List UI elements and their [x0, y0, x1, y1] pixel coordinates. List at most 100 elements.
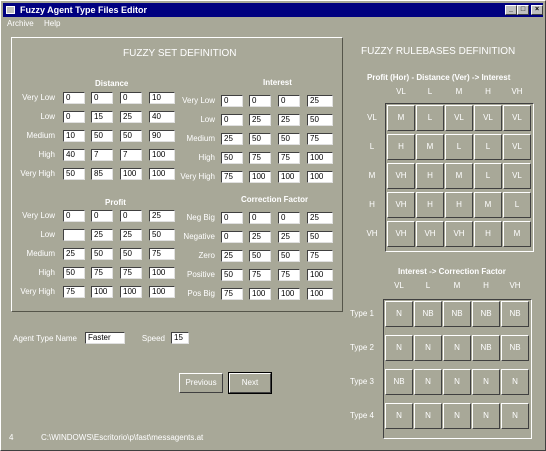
profit-value-input[interactable]: 50	[63, 267, 85, 279]
profit-value-input[interactable]: 25	[63, 248, 85, 260]
menu-archive[interactable]: Archive	[7, 18, 34, 30]
matrix2-cell[interactable]: N	[501, 369, 529, 395]
matrix2-cell[interactable]: N	[385, 301, 413, 327]
interest-value-input[interactable]: 100	[307, 152, 333, 164]
distance-value-input[interactable]: 50	[120, 130, 142, 142]
matrix2-cell[interactable]: NB	[472, 301, 500, 327]
correction-value-input[interactable]: 0	[221, 231, 243, 243]
matrix2-cell[interactable]: NB	[385, 369, 413, 395]
profit-value-input[interactable]: 75	[63, 286, 85, 298]
matrix2-cell[interactable]: N	[414, 403, 442, 429]
matrix2-cell[interactable]: N	[472, 369, 500, 395]
agent-type-name-input[interactable]: Faster	[85, 332, 125, 344]
profit-value-input[interactable]: 25	[120, 229, 142, 241]
correction-value-input[interactable]: 50	[307, 231, 333, 243]
profit-value-input[interactable]: 100	[149, 267, 175, 279]
distance-value-input[interactable]: 0	[63, 92, 85, 104]
next-button[interactable]: Next	[228, 372, 272, 394]
distance-value-input[interactable]: 50	[91, 130, 113, 142]
distance-value-input[interactable]: 100	[149, 168, 175, 180]
distance-value-input[interactable]: 10	[63, 130, 85, 142]
correction-value-input[interactable]: 100	[249, 288, 271, 300]
matrix1-cell[interactable]: M	[416, 134, 444, 160]
interest-value-input[interactable]: 100	[278, 171, 300, 183]
speed-input[interactable]: 15	[171, 332, 189, 344]
matrix1-cell[interactable]: VL	[445, 105, 473, 131]
correction-value-input[interactable]: 100	[307, 288, 333, 300]
interest-value-input[interactable]: 0	[249, 95, 271, 107]
correction-value-input[interactable]: 0	[221, 212, 243, 224]
matrix2-cell[interactable]: NB	[472, 335, 500, 361]
matrix1-cell[interactable]: L	[474, 163, 502, 189]
distance-value-input[interactable]: 40	[63, 149, 85, 161]
matrix2-cell[interactable]: N	[443, 335, 471, 361]
matrix2-cell[interactable]: N	[443, 403, 471, 429]
distance-value-input[interactable]: 85	[91, 168, 113, 180]
matrix1-cell[interactable]: L	[416, 105, 444, 131]
interest-value-input[interactable]: 75	[221, 171, 243, 183]
distance-value-input[interactable]: 0	[91, 92, 113, 104]
matrix2-cell[interactable]: NB	[501, 301, 529, 327]
matrix2-cell[interactable]: NB	[443, 301, 471, 327]
correction-value-input[interactable]: 50	[249, 250, 271, 262]
profit-value-input[interactable]: 100	[149, 286, 175, 298]
matrix1-cell[interactable]: VH	[387, 192, 415, 218]
profit-value-input[interactable]: 25	[149, 210, 175, 222]
profit-value-input[interactable]: 75	[91, 267, 113, 279]
distance-value-input[interactable]: 25	[120, 111, 142, 123]
interest-value-input[interactable]: 25	[278, 114, 300, 126]
close-button[interactable]: ×	[531, 5, 543, 15]
correction-value-input[interactable]: 50	[278, 250, 300, 262]
interest-value-input[interactable]: 25	[221, 133, 243, 145]
matrix1-cell[interactable]: VH	[416, 221, 444, 247]
matrix1-cell[interactable]: VL	[503, 134, 531, 160]
correction-value-input[interactable]: 75	[307, 250, 333, 262]
correction-value-input[interactable]: 50	[221, 269, 243, 281]
interest-value-input[interactable]: 75	[307, 133, 333, 145]
matrix1-cell[interactable]: VH	[387, 163, 415, 189]
correction-value-input[interactable]: 25	[307, 212, 333, 224]
menu-help[interactable]: Help	[44, 18, 60, 30]
matrix1-cell[interactable]: M	[387, 105, 415, 131]
matrix2-cell[interactable]: NB	[501, 335, 529, 361]
minimize-button[interactable]: _	[505, 5, 517, 15]
matrix1-cell[interactable]: H	[474, 221, 502, 247]
matrix2-cell[interactable]: N	[501, 403, 529, 429]
matrix1-cell[interactable]: VL	[503, 105, 531, 131]
distance-value-input[interactable]: 15	[91, 111, 113, 123]
matrix1-cell[interactable]: VL	[474, 105, 502, 131]
matrix2-cell[interactable]: N	[472, 403, 500, 429]
correction-value-input[interactable]: 0	[249, 212, 271, 224]
matrix2-cell[interactable]: N	[414, 369, 442, 395]
profit-value-input[interactable]: 100	[91, 286, 113, 298]
profit-value-input[interactable]: 25	[91, 229, 113, 241]
correction-value-input[interactable]: 0	[278, 212, 300, 224]
interest-value-input[interactable]: 0	[221, 95, 243, 107]
matrix2-cell[interactable]: NB	[414, 301, 442, 327]
distance-value-input[interactable]: 7	[91, 149, 113, 161]
matrix1-cell[interactable]: VH	[445, 221, 473, 247]
interest-value-input[interactable]: 0	[278, 95, 300, 107]
profit-value-input[interactable]: 50	[149, 229, 175, 241]
profit-value-input[interactable]: 0	[120, 210, 142, 222]
matrix1-cell[interactable]: L	[445, 134, 473, 160]
matrix1-cell[interactable]: H	[416, 163, 444, 189]
matrix1-cell[interactable]: H	[387, 134, 415, 160]
distance-value-input[interactable]: 10	[149, 92, 175, 104]
profit-value-input[interactable]: 0	[63, 210, 85, 222]
profit-value-input[interactable]: 0	[91, 210, 113, 222]
interest-value-input[interactable]: 25	[307, 95, 333, 107]
matrix1-cell[interactable]: H	[416, 192, 444, 218]
matrix1-cell[interactable]: VL	[503, 163, 531, 189]
correction-value-input[interactable]: 25	[221, 250, 243, 262]
profit-value-input[interactable]: 50	[91, 248, 113, 260]
interest-value-input[interactable]: 50	[221, 152, 243, 164]
distance-value-input[interactable]: 100	[149, 149, 175, 161]
matrix2-cell[interactable]: N	[385, 403, 413, 429]
distance-value-input[interactable]: 0	[120, 92, 142, 104]
matrix1-cell[interactable]: H	[445, 192, 473, 218]
matrix2-cell[interactable]: N	[414, 335, 442, 361]
maximize-button[interactable]: □	[517, 5, 529, 15]
matrix1-cell[interactable]: L	[503, 192, 531, 218]
profit-value-input[interactable]	[63, 229, 85, 241]
